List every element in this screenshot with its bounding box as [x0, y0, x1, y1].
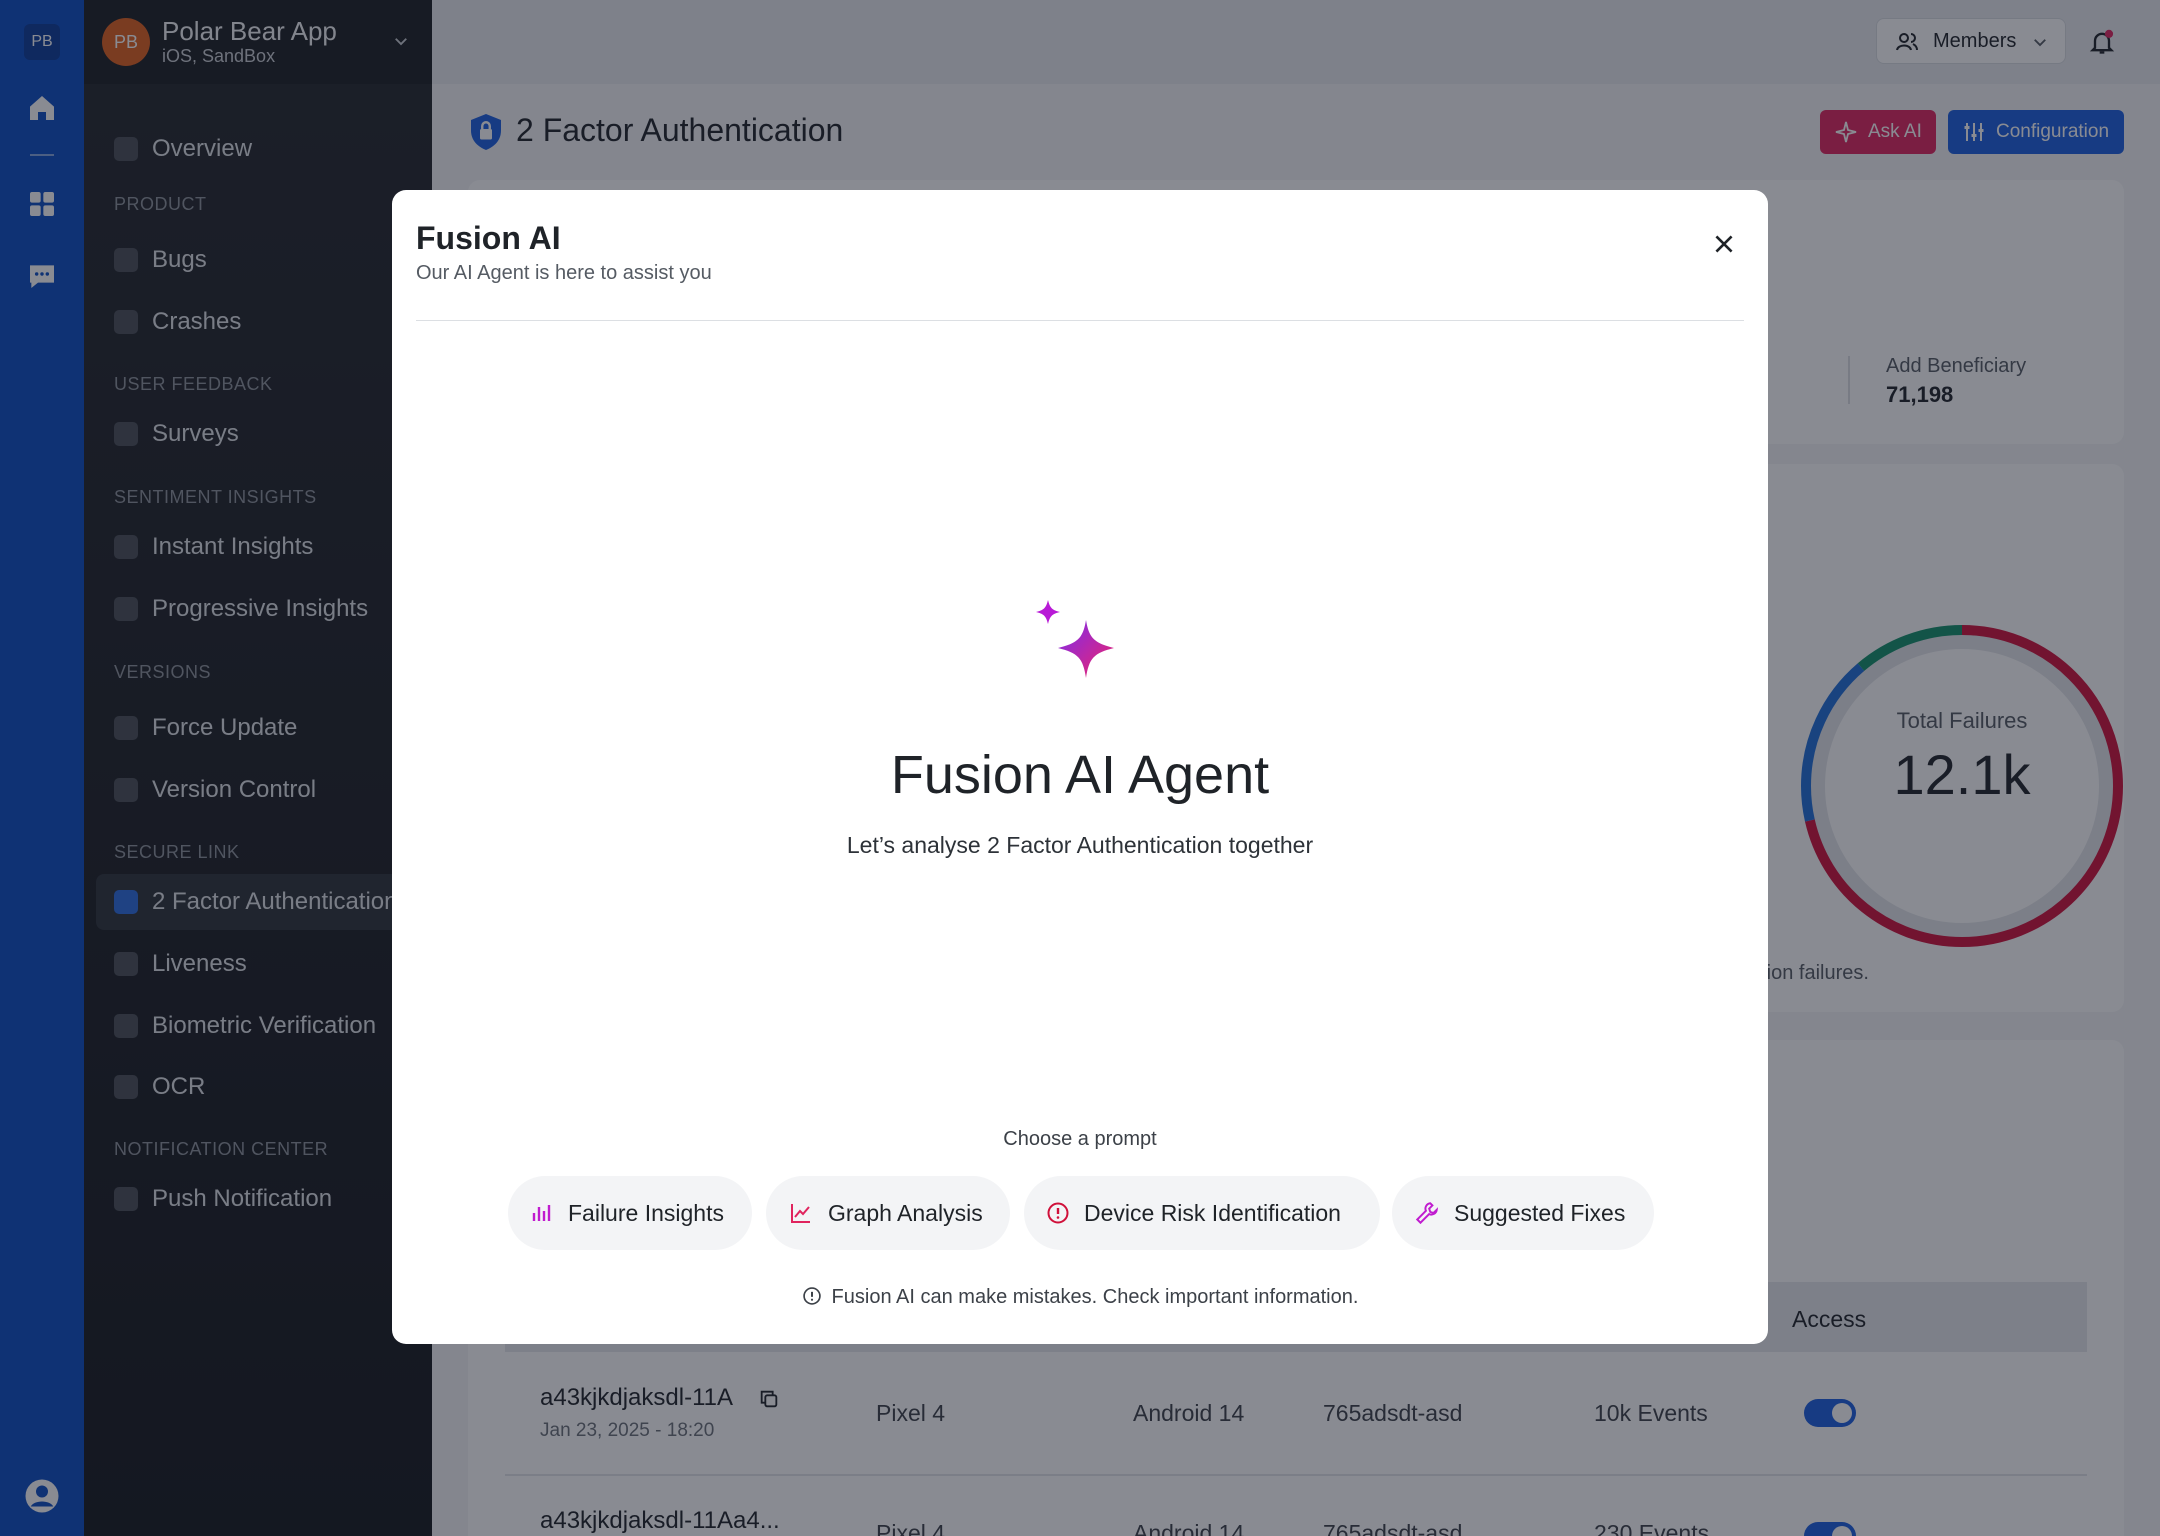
- agent-heading: Fusion AI Agent: [890, 745, 1270, 805]
- prompt-label: Failure Insights: [568, 1199, 724, 1226]
- prompt-failure-insights[interactable]: Failure Insights: [508, 1176, 752, 1250]
- bar-chart-icon: [532, 1205, 551, 1221]
- close-button[interactable]: [1704, 224, 1744, 264]
- prompt-device-risk-identification[interactable]: Device Risk Identification: [1024, 1176, 1380, 1250]
- choose-prompt-label: Choose a prompt: [1003, 1128, 1157, 1150]
- alert-circle-icon: [1047, 1202, 1069, 1224]
- modal-divider: [416, 320, 1744, 321]
- fusion-ai-modal: Fusion AI Our AI Agent is here to assist…: [392, 190, 1768, 1344]
- ai-sparkle-icon: [1036, 600, 1114, 678]
- prompt-label: Graph Analysis: [828, 1199, 983, 1226]
- prompt-suggested-fixes[interactable]: Suggested Fixes: [1392, 1176, 1654, 1250]
- prompt-graph-analysis[interactable]: Graph Analysis: [766, 1176, 1010, 1250]
- ai-disclaimer: Fusion AI can make mistakes. Check impor…: [392, 1286, 1768, 1309]
- prompt-label: Suggested Fixes: [1454, 1199, 1626, 1226]
- modal-title: Fusion AI: [416, 220, 561, 256]
- modal-subtitle: Our AI Agent is here to assist you: [416, 262, 712, 284]
- agent-description: Let’s analyse 2 Factor Authentication to…: [846, 832, 1314, 858]
- close-icon: [1715, 235, 1733, 253]
- prompt-label: Device Risk Identification: [1084, 1199, 1341, 1226]
- line-chart-icon: [791, 1204, 810, 1223]
- info-icon: [802, 1287, 821, 1305]
- wrench-icon: [1415, 1202, 1439, 1225]
- disclaimer-text: Fusion AI can make mistakes. Check impor…: [831, 1286, 1359, 1308]
